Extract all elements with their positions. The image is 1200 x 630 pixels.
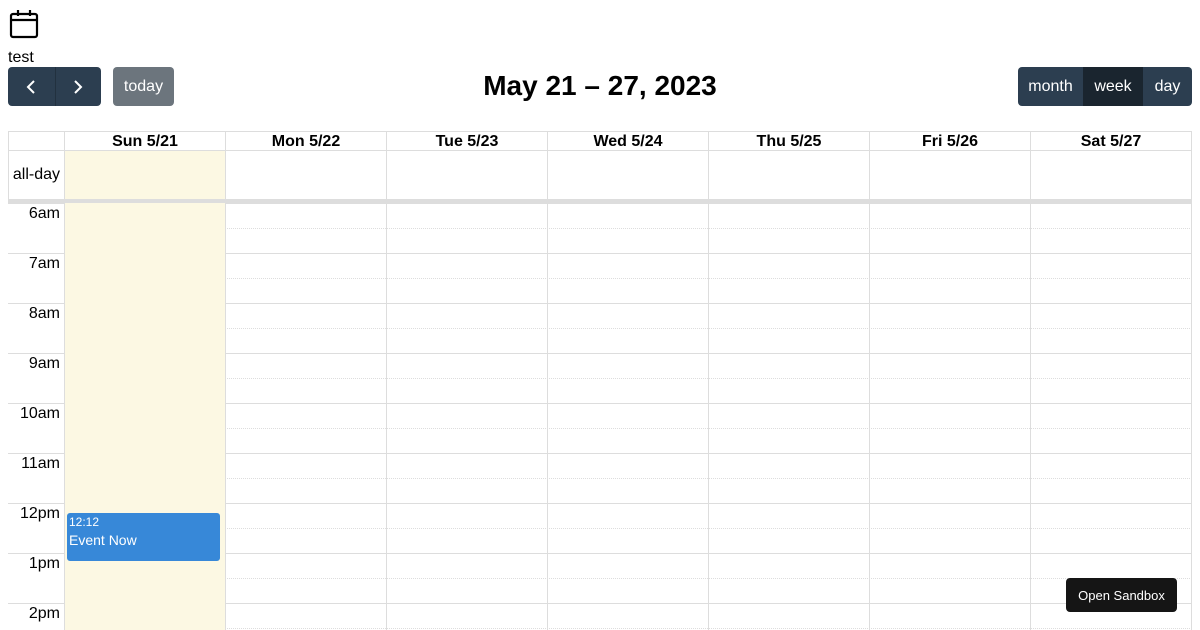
all-day-cell-wed[interactable] bbox=[547, 151, 709, 200]
all-day-cell-mon[interactable] bbox=[225, 151, 387, 200]
time-label: 10am bbox=[19, 405, 60, 422]
day-header-mon[interactable]: Mon 5/22 bbox=[225, 131, 387, 151]
all-day-label: all-day bbox=[8, 151, 65, 200]
time-label: 7am bbox=[28, 255, 60, 272]
all-day-row: all-day bbox=[8, 151, 1192, 200]
week-view-button[interactable]: week bbox=[1083, 67, 1143, 106]
event-title: Event Now bbox=[69, 532, 137, 548]
time-label: 8am bbox=[28, 305, 60, 322]
axis-header bbox=[8, 131, 65, 151]
day-column-tue[interactable] bbox=[386, 203, 548, 630]
time-label: 12pm bbox=[19, 505, 60, 522]
time-label: 9am bbox=[28, 355, 60, 372]
time-label: 11am bbox=[21, 455, 60, 472]
all-day-cell-sat[interactable] bbox=[1030, 151, 1192, 200]
day-column-sat[interactable] bbox=[1030, 203, 1192, 630]
day-header-thu[interactable]: Thu 5/25 bbox=[708, 131, 870, 151]
day-column-sun[interactable] bbox=[64, 203, 226, 630]
day-header-fri[interactable]: Fri 5/26 bbox=[869, 131, 1031, 151]
time-grid: 12:12 Event Now 6am 7am 8am 9am 10am 11am 12pm… bbox=[8, 203, 1192, 630]
month-view-button[interactable]: month bbox=[1018, 67, 1083, 106]
all-day-cell-sun[interactable] bbox=[64, 151, 226, 200]
week-calendar: Sun 5/21 Mon 5/22 Tue 5/23 Wed 5/24 Thu … bbox=[8, 131, 1192, 630]
app-label: test bbox=[8, 49, 34, 66]
all-day-cell-tue[interactable] bbox=[386, 151, 548, 200]
open-sandbox-button[interactable]: Open Sandbox bbox=[1066, 578, 1177, 612]
day-column-mon[interactable] bbox=[225, 203, 387, 630]
time-label: 1pm bbox=[28, 555, 60, 572]
day-column-fri[interactable] bbox=[869, 203, 1031, 630]
day-header-tue[interactable]: Tue 5/23 bbox=[386, 131, 548, 151]
day-header-sat[interactable]: Sat 5/27 bbox=[1030, 131, 1192, 151]
event-time: 12:12 bbox=[69, 515, 100, 529]
day-column-thu[interactable] bbox=[708, 203, 870, 630]
view-switcher: month week day bbox=[1018, 67, 1192, 106]
calendar-event[interactable]: 12:12 Event Now bbox=[67, 513, 220, 561]
day-header-wed[interactable]: Wed 5/24 bbox=[547, 131, 709, 151]
time-label: 2pm bbox=[28, 605, 60, 622]
time-label: 6am bbox=[28, 205, 60, 222]
day-view-button[interactable]: day bbox=[1143, 67, 1192, 106]
all-day-cell-thu[interactable] bbox=[708, 151, 870, 200]
calendar-icon bbox=[9, 10, 39, 39]
all-day-cell-fri[interactable] bbox=[869, 151, 1031, 200]
day-header-sun[interactable]: Sun 5/21 bbox=[64, 131, 226, 151]
day-column-wed[interactable] bbox=[547, 203, 709, 630]
